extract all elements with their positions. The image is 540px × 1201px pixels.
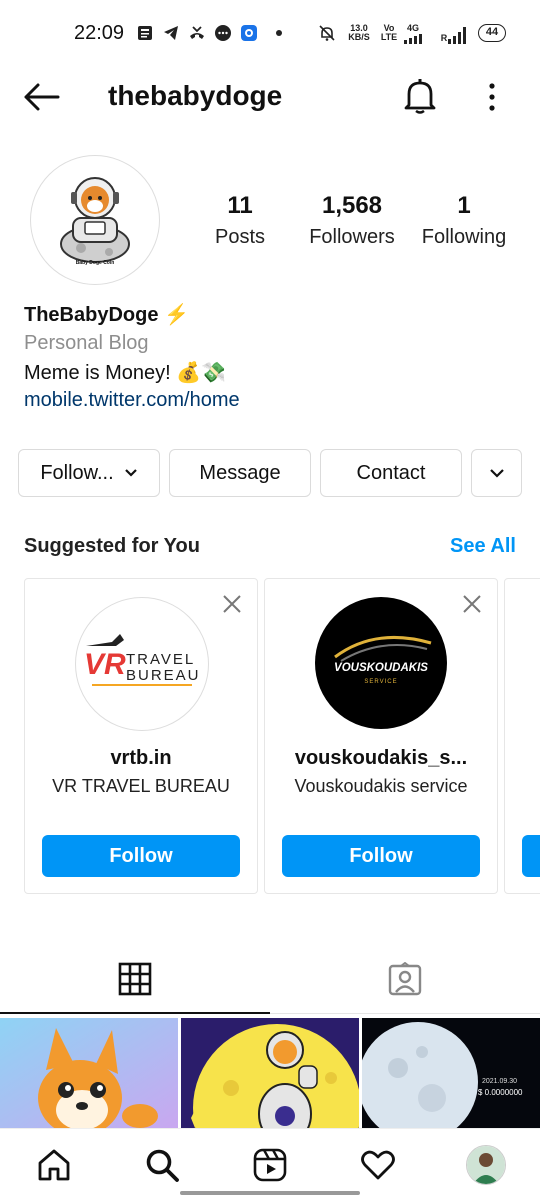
volte-bottom: LTE: [380, 32, 398, 42]
bio-text: Meme is Money! 💰💸: [24, 360, 226, 385]
bio-name: TheBabyDoge ⚡: [24, 302, 189, 327]
profile-username: thebabydoge: [108, 80, 283, 111]
stat-followers-number: 1,568: [321, 192, 383, 219]
reels-icon[interactable]: [252, 1147, 288, 1183]
stat-posts[interactable]: 11 Posts: [180, 192, 300, 249]
suggestion-fullname: Vouskoudakis service: [294, 776, 468, 796]
active-tab-indicator: [0, 1012, 270, 1014]
stat-followers[interactable]: 1,568 Followers: [292, 192, 412, 249]
doge-character-image: [0, 1018, 178, 1128]
back-arrow-icon[interactable]: [22, 82, 62, 112]
suggestion-username[interactable]: vouskoudakis_s...: [265, 747, 497, 770]
logo-travel-word: TRAVEL: [126, 651, 195, 668]
follow-dropdown-label: Follow...: [40, 461, 114, 484]
post-thumbnail[interactable]: 2021.09.30 $ 0.0000000: [362, 1018, 540, 1128]
contact-button[interactable]: Contact: [320, 449, 462, 497]
network-type: 4G: [406, 23, 419, 33]
suggestion-card-partial[interactable]: [504, 578, 540, 894]
more-options-icon[interactable]: [482, 82, 502, 112]
bio-category: Personal Blog: [24, 332, 149, 354]
follow-button[interactable]: Follow: [42, 835, 240, 877]
stat-posts-label: Posts: [214, 226, 266, 248]
news-icon: [138, 26, 152, 40]
vr-travel-logo-icon: VR TRAVEL BUREAU: [84, 634, 201, 686]
home-icon[interactable]: [36, 1147, 72, 1183]
chevron-down-icon: [124, 469, 137, 477]
network-speed: 13.0 KB/S: [346, 24, 372, 42]
stat-following[interactable]: 1 Following: [404, 192, 524, 249]
close-icon[interactable]: [221, 593, 243, 615]
chat-icon: [215, 25, 231, 41]
signal-2-icon: [448, 27, 466, 44]
logo-bureau-word: BUREAU: [126, 667, 201, 684]
notification-bell-icon[interactable]: [402, 77, 438, 115]
suggestion-fullname: VR TRAVEL BUREAU: [52, 776, 230, 796]
activity-heart-icon[interactable]: [360, 1147, 396, 1183]
post-thumbnail[interactable]: [181, 1018, 359, 1128]
bio-text-content: Meme is Money!: [24, 362, 171, 384]
follow-button-partial[interactable]: [522, 835, 540, 877]
suggestion-username[interactable]: vrtb.in: [25, 747, 257, 770]
mute-icon: [319, 25, 335, 41]
thumb-date: 2021.09.30: [482, 1078, 518, 1085]
post-thumbnail[interactable]: [0, 1018, 178, 1128]
message-button[interactable]: Message: [169, 449, 311, 497]
suggestion-avatar[interactable]: VOUSKOUDAKIS SERVICE: [315, 597, 447, 729]
stat-posts-number: 11: [227, 192, 253, 219]
avatar-caption: Baby Doge Coin: [75, 260, 115, 266]
tab-divider: [270, 1013, 540, 1014]
close-icon[interactable]: [461, 593, 483, 615]
profile-tab-avatar[interactable]: [466, 1145, 506, 1185]
status-time: 22:09: [74, 22, 125, 44]
stat-following-label: Following: [421, 226, 507, 248]
telegram-icon: [164, 26, 178, 40]
see-all-link[interactable]: See All: [450, 535, 516, 558]
bio-link[interactable]: mobile.twitter.com/home: [24, 389, 240, 412]
follow-button[interactable]: Follow: [282, 835, 480, 877]
logo-vr-mark: VR: [84, 648, 126, 681]
lightning-emoji: ⚡: [164, 304, 189, 326]
suggestion-avatar[interactable]: VR TRAVEL BUREAU: [75, 597, 209, 731]
suggestion-card: VR TRAVEL BUREAU vrtb.in VR TRAVEL BUREA…: [24, 578, 258, 894]
volte-indicator: Vo LTE: [378, 24, 400, 42]
stat-following-number: 1: [457, 192, 471, 219]
suggestion-card: VOUSKOUDAKIS SERVICE vouskoudakis_s... V…: [264, 578, 498, 894]
signal-1-icon: [404, 34, 422, 44]
profile-avatar[interactable]: Baby Doge Coin: [30, 155, 160, 285]
home-indicator: [180, 1191, 360, 1195]
stat-followers-label: Followers: [309, 226, 395, 248]
vouskoudakis-logo-icon: VOUSKOUDAKIS SERVICE: [334, 635, 432, 685]
chevron-down-icon: [489, 469, 504, 478]
network-speed-unit: KB/S: [348, 32, 370, 42]
more-notifications-icon: [276, 30, 282, 36]
status-bar: 22:09 13.0 KB/S Vo LTE 4G R 44: [0, 0, 540, 68]
grid-icon[interactable]: [118, 962, 152, 996]
suggested-title: Suggested for You: [24, 535, 200, 557]
logo-brand-word: VOUSKOUDAKIS: [334, 662, 428, 674]
suggestions-toggle-button[interactable]: [471, 449, 522, 497]
roaming-indicator: R: [440, 33, 448, 43]
thumb-price: $ 0.0000000: [478, 1088, 523, 1097]
logo-service-word: SERVICE: [364, 679, 397, 685]
follow-dropdown-button[interactable]: Follow...: [18, 449, 160, 497]
search-icon[interactable]: [144, 1147, 180, 1183]
astronaut-doge-image: [181, 1018, 359, 1128]
battery-indicator: 44: [478, 24, 506, 42]
bio-name-text: TheBabyDoge: [24, 304, 159, 326]
user-avatar-icon: [467, 1146, 505, 1184]
moon-image: [362, 1018, 540, 1128]
missed-call-icon: [190, 26, 204, 39]
tagged-icon[interactable]: [388, 962, 422, 996]
app-notification-icon: [241, 25, 257, 41]
money-emoji: 💰💸: [176, 362, 227, 384]
